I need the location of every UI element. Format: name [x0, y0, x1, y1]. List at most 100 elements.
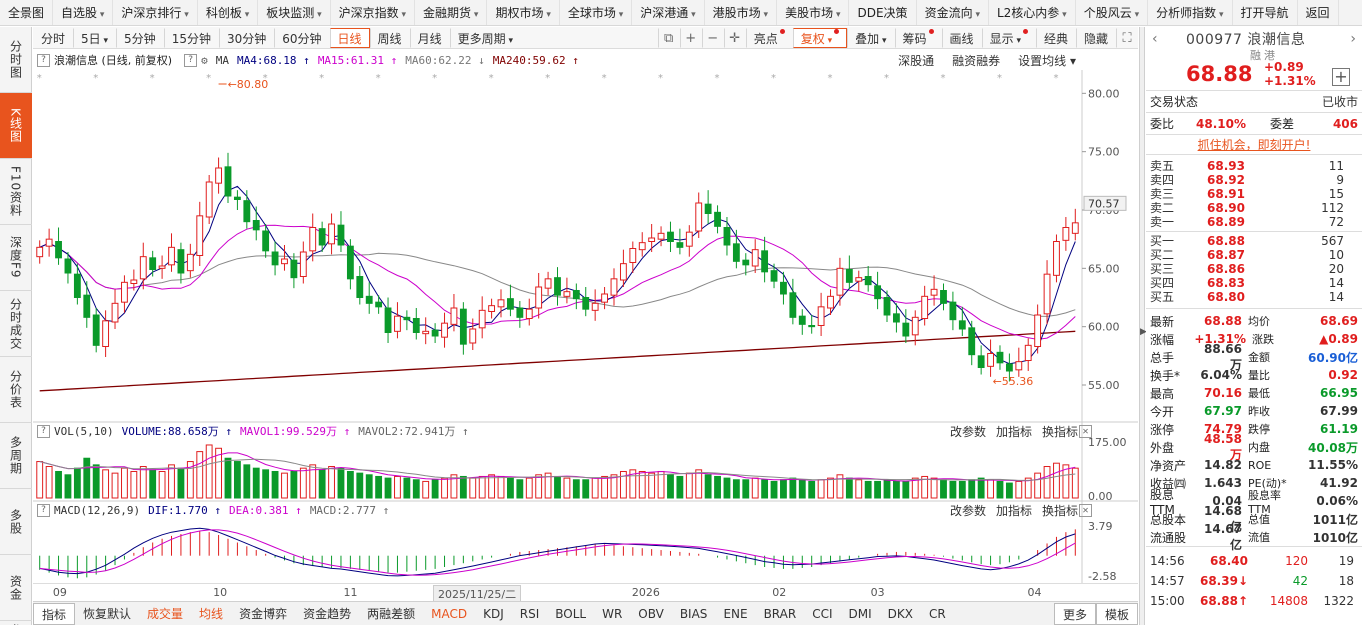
period-tab-1[interactable]: 5日 ▾: [73, 27, 116, 48]
period-tab-2[interactable]: 5分钟: [116, 27, 164, 48]
settings-icon[interactable]: ⚙: [201, 54, 208, 67]
period-tab-9[interactable]: 更多周期 ▾: [449, 27, 521, 48]
menu-item-3[interactable]: 科创板: [198, 0, 259, 25]
fullscreen-icon[interactable]: ⛶: [1116, 27, 1138, 48]
add-watchlist-icon[interactable]: +: [1332, 68, 1350, 86]
bid-row[interactable]: 买五 68.80 14: [1146, 290, 1362, 304]
indicator-tab-13[interactable]: BIAS: [672, 603, 716, 625]
macd-switch-indicator[interactable]: 换指标: [1042, 502, 1078, 519]
menu-item-12[interactable]: DDE决策: [849, 0, 917, 25]
menu-item-13[interactable]: 资金流向: [917, 0, 989, 25]
zoom-in-icon[interactable]: +: [679, 27, 702, 48]
ask-row[interactable]: 卖三 68.91 15: [1146, 187, 1362, 201]
sidebar-item-3[interactable]: 深度F9: [0, 225, 32, 291]
indicator-tab-2[interactable]: 成交量: [139, 603, 191, 625]
toolbar-btn-6[interactable]: 经典: [1035, 27, 1076, 48]
copy-icon[interactable]: ⧉: [657, 27, 680, 48]
menu-item-18[interactable]: 返回: [1298, 0, 1339, 25]
menu-item-7[interactable]: 期权市场: [487, 0, 560, 25]
prev-stock-icon[interactable]: ‹: [1152, 31, 1158, 47]
period-tab-0[interactable]: 分时: [33, 28, 73, 48]
indicator-tab-8[interactable]: KDJ: [475, 603, 512, 625]
sidebar-item-9[interactable]: 龙: [0, 621, 32, 625]
bid-row[interactable]: 买二 68.87 10: [1146, 248, 1362, 262]
menu-item-15[interactable]: 个股风云: [1076, 0, 1149, 25]
toolbar-btn-5[interactable]: 显示 ▾: [981, 27, 1036, 48]
menu-item-8[interactable]: 全球市场: [560, 0, 633, 25]
period-tab-4[interactable]: 30分钟: [218, 27, 274, 48]
indicator-tab-20[interactable]: 更多: [1053, 602, 1096, 625]
close-icon[interactable]: ✕: [1079, 503, 1092, 517]
menu-item-11[interactable]: 美股市场: [777, 0, 850, 25]
vol-add-indicator[interactable]: 加指标: [996, 423, 1032, 440]
bid-row[interactable]: 买一 68.88 567: [1146, 234, 1362, 248]
indicator-tab-12[interactable]: OBV: [630, 603, 672, 625]
bid-row[interactable]: 买四 68.83 14: [1146, 276, 1362, 290]
toolbar-btn-1[interactable]: 复权 ▾: [792, 27, 848, 48]
menu-item-5[interactable]: 沪深京指数: [331, 0, 416, 25]
sidebar-item-8[interactable]: 资金: [0, 555, 32, 621]
next-stock-icon[interactable]: ›: [1350, 31, 1356, 47]
indicator-tab-7[interactable]: MACD: [423, 603, 475, 625]
open-account-link[interactable]: 抓住机会，即刻开户!: [1146, 135, 1362, 155]
indicator-tab-16[interactable]: CCI: [804, 603, 840, 625]
period-tab-8[interactable]: 月线: [409, 27, 450, 48]
link-margin[interactable]: 融资融券: [952, 52, 1000, 69]
sidebar-item-7[interactable]: 多股: [0, 489, 32, 555]
period-tab-6[interactable]: 日线: [329, 27, 370, 48]
period-tab-5[interactable]: 60分钟: [274, 27, 329, 48]
help-icon[interactable]: ?: [184, 53, 198, 67]
vol-switch-indicator[interactable]: 换指标: [1042, 423, 1078, 440]
toolbar-btn-4[interactable]: 画线: [941, 27, 982, 48]
indicator-tab-14[interactable]: ENE: [715, 603, 755, 625]
indicator-tab-4[interactable]: 资金博弈: [231, 603, 295, 625]
indicator-tab-5[interactable]: 资金趋势: [295, 603, 359, 625]
ask-row[interactable]: 卖二 68.90 112: [1146, 201, 1362, 215]
menu-item-0[interactable]: 全景图: [0, 0, 54, 25]
indicator-tab-11[interactable]: WR: [594, 603, 630, 625]
toolbar-btn-2[interactable]: 叠加 ▾: [847, 27, 894, 48]
indicator-tab-0[interactable]: 指标: [33, 602, 76, 625]
help-icon[interactable]: ?: [37, 424, 50, 438]
macd-add-indicator[interactable]: 加指标: [996, 502, 1032, 519]
indicator-tab-21[interactable]: 模板: [1095, 602, 1138, 625]
menu-item-9[interactable]: 沪深港通: [632, 0, 705, 25]
close-icon[interactable]: ✕: [1079, 424, 1092, 438]
menu-item-14[interactable]: L2核心内参: [989, 0, 1076, 25]
indicator-tab-19[interactable]: CR: [921, 603, 954, 625]
menu-item-17[interactable]: 打开导航: [1233, 0, 1298, 25]
indicator-tab-3[interactable]: 均线: [191, 603, 231, 625]
ask-row[interactable]: 卖一 68.89 72: [1146, 215, 1362, 229]
crosshair-icon[interactable]: ✛: [723, 27, 746, 48]
ask-row[interactable]: 卖四 68.92 9: [1146, 173, 1362, 187]
ask-row[interactable]: 卖五 68.93 11: [1146, 159, 1362, 173]
help-icon[interactable]: ?: [37, 53, 50, 67]
macd-edit-params[interactable]: 改参数: [950, 502, 986, 519]
menu-item-16[interactable]: 分析师指数: [1148, 0, 1233, 25]
indicator-tab-1[interactable]: 恢复默认: [75, 603, 139, 625]
period-tab-3[interactable]: 15分钟: [163, 27, 219, 48]
sidebar-item-4[interactable]: 分时成交: [0, 291, 32, 357]
sidebar-item-2[interactable]: F10资料: [0, 159, 32, 225]
sidebar-item-0[interactable]: 分时图: [0, 27, 32, 93]
link-ma-settings[interactable]: 设置均线 ▾: [1018, 52, 1076, 69]
indicator-tab-10[interactable]: BOLL: [547, 603, 594, 625]
menu-item-10[interactable]: 港股市场: [705, 0, 778, 25]
toolbar-btn-7[interactable]: 隐藏: [1075, 27, 1116, 48]
indicator-tab-15[interactable]: BRAR: [756, 603, 805, 625]
panel-splitter[interactable]: ▶: [1139, 27, 1147, 625]
sidebar-item-1[interactable]: K线图: [0, 93, 32, 159]
menu-item-1[interactable]: 自选股: [53, 0, 114, 25]
toolbar-btn-3[interactable]: 筹码: [894, 27, 942, 48]
link-shengutong[interactable]: 深股通: [898, 52, 934, 69]
sidebar-item-5[interactable]: 分价表: [0, 357, 32, 423]
menu-item-2[interactable]: 沪深京排行: [113, 0, 198, 25]
menu-item-4[interactable]: 板块监测: [258, 0, 331, 25]
vol-edit-params[interactable]: 改参数: [950, 423, 986, 440]
indicator-tab-9[interactable]: RSI: [512, 603, 548, 625]
menu-item-6[interactable]: 金融期货: [415, 0, 488, 25]
indicator-tab-18[interactable]: DKX: [880, 603, 921, 625]
period-tab-7[interactable]: 周线: [369, 27, 410, 48]
bid-row[interactable]: 买三 68.86 20: [1146, 262, 1362, 276]
help-icon[interactable]: ?: [37, 503, 50, 517]
